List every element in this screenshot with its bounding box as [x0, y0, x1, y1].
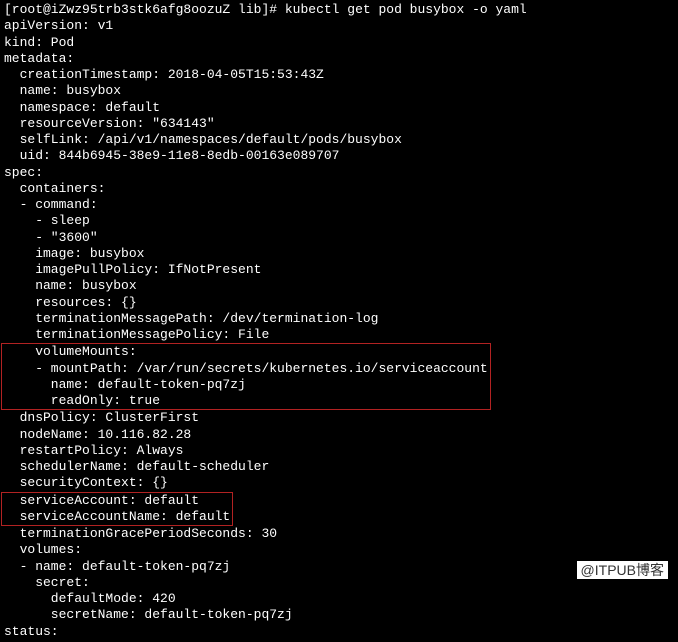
yaml-line: serviceAccount: default — [4, 493, 230, 509]
yaml-line: namespace: default — [4, 100, 674, 116]
command-text: kubectl get pod busybox -o yaml — [285, 2, 527, 17]
yaml-line: terminationMessagePolicy: File — [4, 327, 674, 343]
yaml-line: dnsPolicy: ClusterFirst — [4, 410, 674, 426]
yaml-line: metadata: — [4, 51, 674, 67]
yaml-line: image: busybox — [4, 246, 674, 262]
yaml-line: status: — [4, 624, 674, 640]
yaml-line: resourceVersion: "634143" — [4, 116, 674, 132]
yaml-line: - mountPath: /var/run/secrets/kubernetes… — [4, 361, 488, 377]
command-line[interactable]: [root@iZwz95trb3stk6afg8oozuZ lib]# kube… — [4, 2, 674, 18]
yaml-line: containers: — [4, 181, 674, 197]
yaml-line: imagePullPolicy: IfNotPresent — [4, 262, 674, 278]
yaml-line: securityContext: {} — [4, 475, 674, 491]
yaml-line: schedulerName: default-scheduler — [4, 459, 674, 475]
yaml-line: secretName: default-token-pq7zj — [4, 607, 674, 623]
yaml-line: secret: — [4, 575, 674, 591]
yaml-line: name: busybox — [4, 278, 674, 294]
yaml-line: - sleep — [4, 213, 674, 229]
yaml-line: apiVersion: v1 — [4, 18, 674, 34]
yaml-line: nodeName: 10.116.82.28 — [4, 427, 674, 443]
yaml-line: creationTimestamp: 2018-04-05T15:53:43Z — [4, 67, 674, 83]
yaml-line: spec: — [4, 165, 674, 181]
watermark: @ITPUB博客 — [577, 562, 668, 580]
yaml-line: uid: 844b6945-38e9-11e8-8edb-00163e08970… — [4, 148, 674, 164]
yaml-line: - name: default-token-pq7zj — [4, 559, 674, 575]
yaml-line: selfLink: /api/v1/namespaces/default/pod… — [4, 132, 674, 148]
yaml-line: serviceAccountName: default — [4, 509, 230, 525]
yaml-line: terminationGracePeriodSeconds: 30 — [4, 526, 674, 542]
highlight-box-volumemounts: volumeMounts: - mountPath: /var/run/secr… — [1, 343, 491, 410]
yaml-line: readOnly: true — [4, 393, 488, 409]
shell-prompt: [root@iZwz95trb3stk6afg8oozuZ lib]# — [4, 2, 285, 17]
yaml-line: volumes: — [4, 542, 674, 558]
yaml-line: volumeMounts: — [4, 344, 488, 360]
yaml-line: restartPolicy: Always — [4, 443, 674, 459]
yaml-line: - command: — [4, 197, 674, 213]
yaml-line: - "3600" — [4, 230, 674, 246]
yaml-line: resources: {} — [4, 295, 674, 311]
yaml-line: name: default-token-pq7zj — [4, 377, 488, 393]
yaml-line: defaultMode: 420 — [4, 591, 674, 607]
highlight-box-serviceaccount: serviceAccount: default serviceAccountNa… — [1, 492, 233, 527]
yaml-line: terminationMessagePath: /dev/termination… — [4, 311, 674, 327]
yaml-line: name: busybox — [4, 83, 674, 99]
terminal-output: [root@iZwz95trb3stk6afg8oozuZ lib]# kube… — [0, 0, 678, 642]
yaml-line: kind: Pod — [4, 35, 674, 51]
